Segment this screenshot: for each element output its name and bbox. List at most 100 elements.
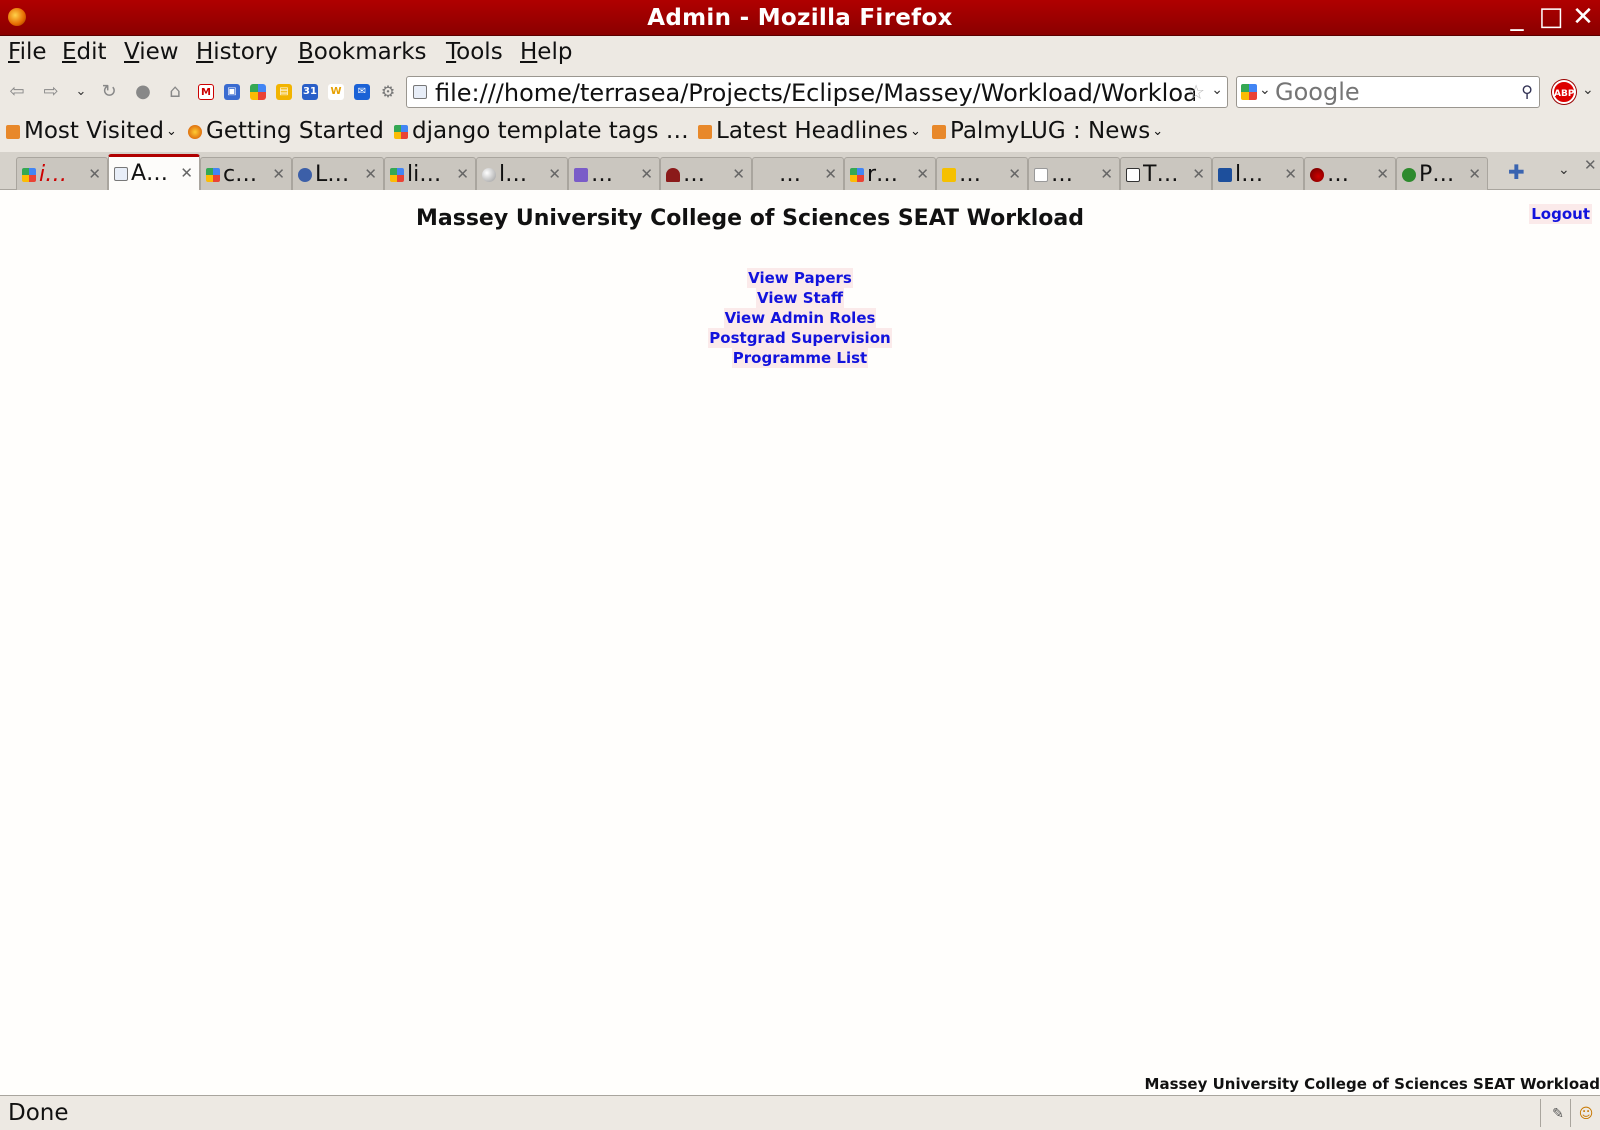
search-bar[interactable]: ⌄ ⚲ xyxy=(1236,76,1540,108)
extension-status-icon[interactable]: ✎ xyxy=(1550,1106,1566,1122)
calendar-icon[interactable]: 31 xyxy=(302,84,318,100)
tab-label: T… xyxy=(1143,162,1179,187)
postgrad-supervision-link[interactable]: Postgrad Supervision xyxy=(708,328,892,348)
close-tab-icon[interactable]: ✕ xyxy=(1008,165,1021,183)
search-engine-icon[interactable] xyxy=(1241,84,1257,100)
tab-16[interactable]: P… ✕ xyxy=(1396,157,1488,190)
url-bar[interactable]: file:///home/terrasea/Projects/Eclipse/M… xyxy=(406,76,1228,108)
bookmark-star-icon[interactable]: ☆ xyxy=(1187,80,1205,104)
google-icon xyxy=(850,168,864,182)
home-icon[interactable]: ⌂ xyxy=(164,81,186,103)
tab-4[interactable]: L… ✕ xyxy=(292,157,384,190)
menu-edit[interactable]: Edit xyxy=(62,39,107,65)
tab-12[interactable]: … ✕ xyxy=(1028,157,1120,190)
extension-icon[interactable]: ▣ xyxy=(224,84,240,100)
programme-list-link[interactable]: Programme List xyxy=(731,348,869,368)
close-tab-icon[interactable]: ✕ xyxy=(1376,165,1389,183)
tab-5[interactable]: li… ✕ xyxy=(384,157,476,190)
google-icon xyxy=(390,168,404,182)
view-admin-roles-link[interactable]: View Admin Roles xyxy=(723,308,877,328)
bookmarks-toolbar: Most Visited ⌄ Getting Started django tem… xyxy=(0,112,1600,152)
tab-9[interactable]: … ✕ xyxy=(752,157,844,190)
back-icon[interactable]: ⇦ xyxy=(6,81,28,103)
search-input[interactable] xyxy=(1275,78,1505,106)
search-engine-dropdown-icon[interactable]: ⌄ xyxy=(1259,82,1271,98)
docs-icon[interactable]: ▤ xyxy=(276,84,292,100)
bookmark-most-visited[interactable]: Most Visited ⌄ xyxy=(6,118,177,144)
tab-3[interactable]: c… ✕ xyxy=(200,157,292,190)
menu-file[interactable]: File xyxy=(8,39,47,65)
menu-view[interactable]: View xyxy=(124,39,179,65)
page-content: Massey University College of Sciences SE… xyxy=(0,190,1600,1095)
window-titlebar: Admin - Mozilla Firefox _ □ ✕ xyxy=(0,0,1600,36)
bookmark-django-template-tags[interactable]: django template tags … xyxy=(394,118,689,144)
status-separator xyxy=(1570,1099,1571,1127)
minimize-button[interactable]: _ xyxy=(1502,3,1532,33)
close-window-button[interactable]: ✕ xyxy=(1568,3,1598,33)
google-icon[interactable] xyxy=(250,84,266,100)
menu-help[interactable]: Help xyxy=(520,39,572,65)
wikipedia-icon xyxy=(1034,168,1048,182)
tab-10[interactable]: r… ✕ xyxy=(844,157,936,190)
tab-14[interactable]: l… ✕ xyxy=(1212,157,1304,190)
tab-6[interactable]: l… ✕ xyxy=(476,157,568,190)
gear-icon[interactable]: ⚙ xyxy=(380,84,396,100)
tab-11[interactable]: … ✕ xyxy=(936,157,1028,190)
bookmark-getting-started[interactable]: Getting Started xyxy=(188,118,384,144)
view-staff-link[interactable]: View Staff xyxy=(756,288,844,308)
stop-icon[interactable]: ● xyxy=(132,81,154,103)
close-tab-icon[interactable]: ✕ xyxy=(456,165,469,183)
tab-label: l… xyxy=(1235,162,1264,187)
tab-1[interactable]: i… ✕ xyxy=(16,157,108,190)
person-icon xyxy=(298,168,312,182)
adblock-icon[interactable]: ABP xyxy=(1552,80,1576,104)
search-icon[interactable]: ⚲ xyxy=(1521,82,1533,101)
close-tab-icon[interactable]: ✕ xyxy=(916,165,929,183)
maximize-button[interactable]: □ xyxy=(1536,3,1566,33)
tab-7[interactable]: … ✕ xyxy=(568,157,660,190)
new-tab-button[interactable]: ✚ xyxy=(1508,160,1525,184)
menu-bookmarks[interactable]: Bookmarks xyxy=(298,39,427,65)
tab-15[interactable]: … ✕ xyxy=(1304,157,1396,190)
close-tab-icon[interactable]: ✕ xyxy=(824,165,837,183)
logout-link[interactable]: Logout xyxy=(1529,204,1592,224)
home-icon xyxy=(1126,168,1140,182)
mail-icon[interactable]: ✉ xyxy=(354,84,370,100)
tab-2-active[interactable]: A… ✕ xyxy=(108,154,200,190)
close-tab-icon[interactable]: ✕ xyxy=(88,165,101,183)
menu-tools[interactable]: Tools xyxy=(446,39,503,65)
close-tab-icon[interactable]: ✕ xyxy=(1192,165,1205,183)
close-tab-icon[interactable]: ✕ xyxy=(1584,156,1597,174)
delicious-icon[interactable]: W xyxy=(328,84,344,100)
bookmark-latest-headlines[interactable]: Latest Headlines ⌄ xyxy=(698,118,921,144)
close-tab-icon[interactable]: ✕ xyxy=(1100,165,1113,183)
tab-8[interactable]: … ✕ xyxy=(660,157,752,190)
window-title: Admin - Mozilla Firefox xyxy=(647,5,953,31)
close-tab-icon[interactable]: ✕ xyxy=(640,165,653,183)
google-icon xyxy=(206,168,220,182)
close-tab-icon[interactable]: ✕ xyxy=(1284,165,1297,183)
forward-icon[interactable]: ⇨ xyxy=(40,81,62,103)
bookmark-palmylug-news[interactable]: PalmyLUG : News ⌄ xyxy=(932,118,1163,144)
site-identity-icon[interactable] xyxy=(413,85,427,99)
close-tab-icon[interactable]: ✕ xyxy=(180,164,193,182)
history-dropdown-icon[interactable]: ⌄ xyxy=(70,81,92,103)
close-tab-icon[interactable]: ✕ xyxy=(1468,165,1481,183)
reload-icon[interactable]: ↻ xyxy=(98,81,120,103)
url-dropdown-icon[interactable]: ⌄ xyxy=(1211,82,1223,98)
smiley-icon[interactable]: ☺ xyxy=(1578,1106,1594,1122)
view-papers-link[interactable]: View Papers xyxy=(747,268,853,288)
gmail-icon[interactable]: M xyxy=(198,84,214,100)
check-icon xyxy=(942,168,956,182)
close-tab-icon[interactable]: ✕ xyxy=(272,165,285,183)
url-text[interactable]: file:///home/terrasea/Projects/Eclipse/M… xyxy=(435,79,1195,107)
tab-list-dropdown-icon[interactable]: ⌄ xyxy=(1558,162,1570,178)
tab-13[interactable]: T… ✕ xyxy=(1120,157,1212,190)
adblock-dropdown-icon[interactable]: ⌄ xyxy=(1582,82,1594,98)
tab-label: … xyxy=(1327,162,1349,187)
close-tab-icon[interactable]: ✕ xyxy=(364,165,377,183)
tab-strip: i… ✕ A… ✕ c… ✕ L… ✕ li… ✕ l… ✕ … ✕ … ✕ …… xyxy=(0,152,1600,190)
close-tab-icon[interactable]: ✕ xyxy=(732,165,745,183)
menu-history[interactable]: History xyxy=(196,39,278,65)
close-tab-icon[interactable]: ✕ xyxy=(548,165,561,183)
